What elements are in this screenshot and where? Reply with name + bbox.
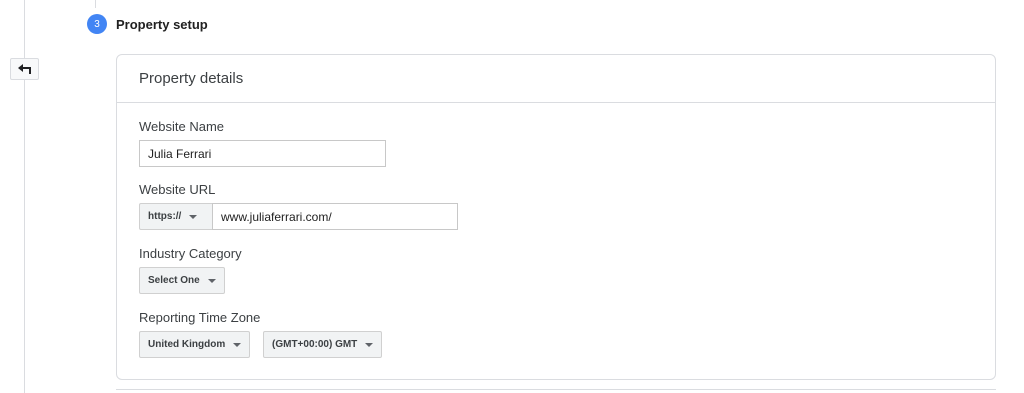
step-header: 3 Property setup <box>87 14 208 34</box>
website-name-input[interactable] <box>139 140 386 167</box>
back-arrow-icon <box>17 64 31 74</box>
caret-down-icon <box>233 342 242 347</box>
step-number-badge: 3 <box>87 14 107 34</box>
caret-down-icon <box>365 342 374 347</box>
time-zone-value: (GMT+00:00) GMT <box>272 339 358 350</box>
time-zone-dropdown[interactable]: (GMT+00:00) GMT <box>263 331 383 358</box>
stepper-connector <box>95 0 96 8</box>
protocol-dropdown[interactable]: https:// <box>139 203 213 230</box>
caret-down-icon <box>189 214 198 219</box>
website-url-label: Website URL <box>139 182 216 197</box>
time-zone-country-value: United Kingdom <box>148 339 226 350</box>
step-title: Property setup <box>116 16 208 32</box>
property-details-card: Property details Website Name Website UR… <box>116 54 996 380</box>
industry-category-label: Industry Category <box>139 246 242 261</box>
reporting-time-zone-label: Reporting Time Zone <box>139 310 261 325</box>
time-zone-country-dropdown[interactable]: United Kingdom <box>139 331 251 358</box>
protocol-value: https:// <box>148 211 182 222</box>
industry-category-value: Select One <box>148 275 200 286</box>
caret-down-icon <box>207 278 216 283</box>
back-button[interactable] <box>10 58 39 80</box>
industry-category-dropdown[interactable]: Select One <box>139 267 225 294</box>
website-url-input[interactable] <box>212 203 458 230</box>
divider <box>116 389 996 390</box>
card-title: Property details <box>117 55 995 103</box>
website-name-label: Website Name <box>139 119 225 134</box>
